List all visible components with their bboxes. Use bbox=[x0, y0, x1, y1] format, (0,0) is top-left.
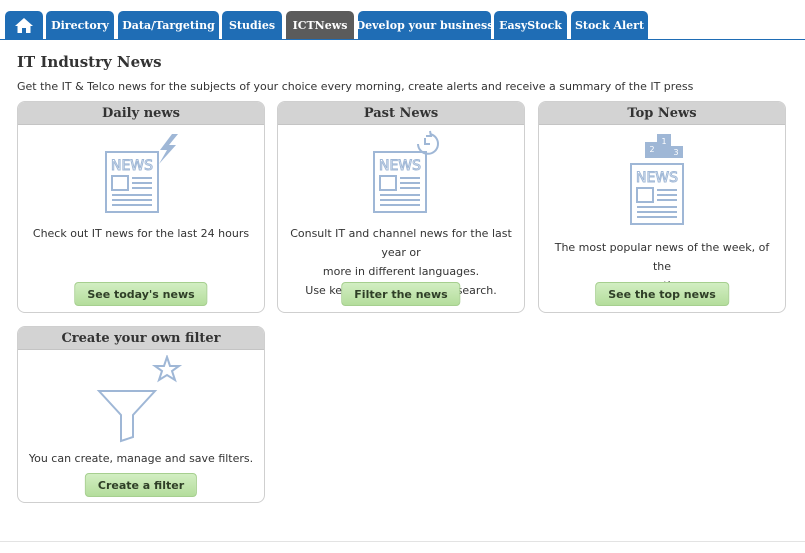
card-title: Create your own filter bbox=[18, 327, 264, 350]
tab-directory[interactable]: Directory bbox=[46, 11, 114, 39]
page-title: IT Industry News bbox=[17, 53, 162, 71]
card-past-news: Past News NEWS Consult IT and channel ne… bbox=[277, 101, 525, 313]
card-description: Check out IT news for the last 24 hours bbox=[26, 224, 256, 243]
tab-develop-your-business[interactable]: Develop your business bbox=[356, 11, 493, 39]
card-title: Daily news bbox=[18, 102, 264, 125]
tab-studies[interactable]: Studies bbox=[222, 11, 282, 39]
tab-easystock[interactable]: EasyStock bbox=[494, 11, 567, 39]
svg-text:3: 3 bbox=[673, 148, 678, 157]
card-title: Top News bbox=[539, 102, 785, 125]
footer-divider bbox=[0, 541, 805, 542]
svg-text:NEWS: NEWS bbox=[636, 170, 678, 186]
funnel-star-icon bbox=[18, 355, 264, 445]
page-subtitle: Get the IT & Telco news for the subjects… bbox=[17, 80, 694, 93]
newspaper-podium-icon: 1 2 3 NEWS bbox=[539, 132, 785, 228]
card-description-line: more in different languages. bbox=[322, 265, 480, 278]
svg-text:NEWS: NEWS bbox=[111, 158, 153, 174]
filter-the-news-button[interactable]: Filter the news bbox=[341, 282, 461, 306]
tab-stock-alert[interactable]: Stock Alert bbox=[571, 11, 648, 39]
tab-home[interactable] bbox=[5, 11, 43, 39]
card-description-line: Check out IT news for the last 24 hours bbox=[32, 227, 250, 240]
card-daily-news: Daily news NEWS Check out IT news for th… bbox=[17, 101, 265, 313]
card-description-line: The most popular news of the week, of th… bbox=[554, 241, 770, 273]
svg-text:1: 1 bbox=[661, 137, 666, 146]
card-top-news: Top News 1 2 3 NEWS The most popular new… bbox=[538, 101, 786, 313]
card-title: Past News bbox=[278, 102, 524, 125]
card-create-filter: Create your own filter You can create, m… bbox=[17, 326, 265, 503]
newspaper-lightning-icon: NEWS bbox=[18, 132, 264, 216]
see-the-top-news-button[interactable]: See the top news bbox=[595, 282, 729, 306]
svg-text:NEWS: NEWS bbox=[379, 158, 421, 174]
create-a-filter-button[interactable]: Create a filter bbox=[84, 473, 198, 497]
tab-ictnews[interactable]: ICTNews bbox=[286, 11, 354, 39]
tab-data-targeting[interactable]: Data/Targeting bbox=[118, 11, 219, 39]
see-todays-news-button[interactable]: See today's news bbox=[74, 282, 208, 306]
newspaper-clock-icon: NEWS bbox=[278, 130, 524, 216]
card-description-line: Consult IT and channel news for the last… bbox=[290, 227, 512, 259]
main-nav: Directory Data/Targeting Studies ICTNews… bbox=[0, 0, 805, 40]
card-description-line: You can create, manage and save filters. bbox=[28, 452, 254, 465]
card-description: You can create, manage and save filters. bbox=[26, 449, 256, 468]
svg-text:2: 2 bbox=[649, 145, 654, 154]
home-icon bbox=[14, 17, 34, 34]
